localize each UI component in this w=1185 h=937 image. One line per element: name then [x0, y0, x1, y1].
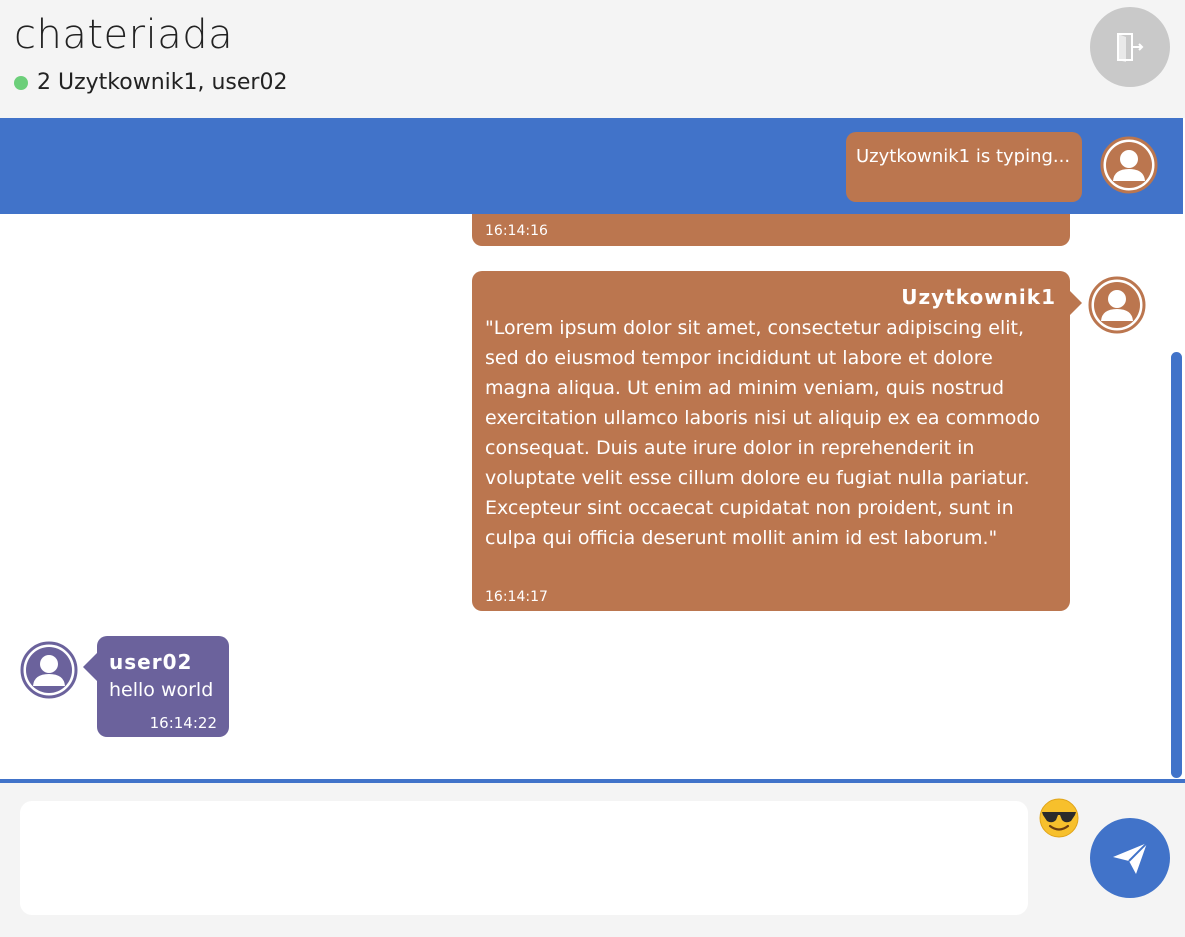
chat-title: chateriada [14, 12, 234, 58]
emoji-picker-button[interactable] [1038, 796, 1080, 838]
send-button[interactable] [1090, 818, 1170, 898]
scrollbar-thumb[interactable] [1171, 352, 1182, 778]
message-time: 16:14:16 [485, 223, 548, 239]
chat-app: chateriada 2 Uzytkownik1, user02 16:14:1… [0, 0, 1185, 937]
message-text: hello world [109, 679, 214, 701]
online-users: 2 Uzytkownik1, user02 [14, 70, 287, 95]
typing-indicator: Uzytkownik1 is typing... [846, 132, 1082, 202]
message-input[interactable] [20, 801, 1028, 915]
door-exit-icon [1117, 33, 1144, 62]
user-avatar-icon [1100, 136, 1158, 198]
online-status-dot [14, 75, 28, 90]
user-avatar-icon [1088, 276, 1146, 338]
message-time: 16:14:17 [485, 589, 548, 605]
message-bubble-own: Uzytkownik1 "Lorem ipsum dolor sit amet,… [472, 271, 1082, 611]
sunglasses-emoji-icon [1039, 798, 1079, 838]
paper-plane-icon [1113, 842, 1148, 874]
message-list[interactable]: 16:14:16 Uzytkownik1 "Lorem ipsum dolor … [0, 118, 1185, 783]
message-sender: Uzytkownik1 [901, 285, 1056, 309]
chat-header: chateriada 2 Uzytkownik1, user02 [0, 0, 1185, 118]
online-users-text: 2 Uzytkownik1, user02 [37, 70, 288, 95]
message-text: "Lorem ipsum dolor sit amet, consectetur… [485, 317, 1041, 549]
message-sender: user02 [109, 650, 193, 674]
typing-indicator-bar: Uzytkownik1 is typing... [0, 118, 1183, 214]
message-bubble-other: user02 hello world 16:14:22 [83, 636, 229, 737]
message-time: 16:14:22 [149, 714, 217, 732]
leave-chat-button[interactable] [1090, 7, 1170, 87]
message-composer [0, 783, 1185, 937]
user-avatar-icon [20, 641, 78, 703]
